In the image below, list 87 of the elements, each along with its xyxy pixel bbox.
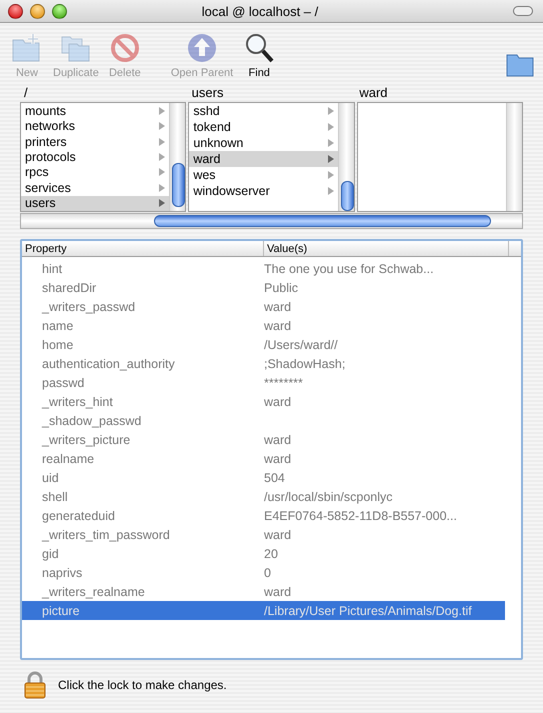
property-value: ward (264, 394, 292, 408)
table-row[interactable]: _writers_realname ward (22, 582, 505, 601)
browser-item[interactable]: users (21, 196, 170, 211)
property-name: generateduid (41, 508, 116, 522)
property-name: _writers_passwd (40, 300, 136, 314)
table-row[interactable]: _writers_hint ward (22, 392, 505, 411)
toolbar-toggle-button[interactable] (513, 6, 533, 16)
minimize-button[interactable] (30, 4, 45, 18)
property-name: _writers_picture (40, 432, 132, 446)
property-value: /Library/User Pictures/Animals/Dog.tif (264, 604, 473, 618)
property-value: ward (264, 584, 292, 598)
table-row[interactable]: passwd ******** (22, 373, 505, 392)
browser-item[interactable]: services (21, 180, 170, 196)
table-row[interactable]: authentication_authority ;ShadowHash; (22, 354, 505, 373)
property-name: picture (41, 604, 81, 618)
horizontal-scrollbar[interactable] (20, 213, 523, 229)
property-value: 20 (264, 546, 279, 560)
property-value: ******** (264, 376, 304, 390)
property-value: ;ShadowHash; (264, 356, 346, 370)
table-row[interactable]: sharedDir Public (22, 278, 505, 297)
table-row[interactable]: picture /Library/User Pictures/Animals/Dog.tif (22, 601, 505, 620)
property-name: name (41, 318, 74, 332)
browser-item[interactable]: protocols (21, 149, 170, 165)
property-name: naprivs (41, 566, 84, 580)
property-value: ward (264, 528, 292, 542)
table-row[interactable]: naprivs 0 (22, 563, 505, 582)
property-name: _writers_realname (40, 584, 146, 598)
property-name: _writers_tim_password (40, 528, 171, 542)
browser-item[interactable]: unknown (189, 135, 338, 151)
table-row[interactable]: _shadow_passwd (22, 411, 505, 430)
property-value: ward (264, 300, 292, 314)
property-value: Public (264, 280, 300, 294)
property-name: uid (41, 470, 60, 484)
search-icon (243, 32, 276, 64)
property-name: authentication_authority (41, 356, 176, 370)
browser-item[interactable]: tokend (189, 119, 338, 135)
property-name: home (41, 338, 74, 352)
browser-item[interactable]: sshd (189, 103, 338, 119)
table-row[interactable]: hint The one you use for Schwab... (22, 259, 505, 278)
property-name: realname (41, 452, 96, 466)
prohibited-icon (108, 32, 141, 64)
property-value: /usr/local/sbin/scponlyc (264, 490, 394, 504)
browser-item[interactable]: wes (189, 167, 338, 183)
browser-item[interactable]: mounts (21, 103, 170, 118)
table-row[interactable]: shell /usr/local/sbin/scponlyc (22, 487, 505, 506)
property-name: shell (41, 490, 69, 504)
property-value: The one you use for Schwab... (264, 262, 435, 276)
table-row[interactable]: _writers_picture ward (22, 430, 505, 449)
table-row[interactable]: name ward (22, 316, 505, 335)
status-text: Click the lock to make changes. (58, 678, 227, 692)
vertical-scrollbar[interactable] (338, 103, 354, 211)
property-value: /Users/ward// (264, 338, 339, 352)
property-name: passwd (41, 376, 86, 390)
close-button[interactable] (8, 4, 23, 18)
column-heading: ward (358, 84, 389, 102)
browser-item[interactable]: rpcs (21, 164, 170, 180)
table-row[interactable]: _writers_tim_password ward (22, 525, 505, 544)
property-value: ward (264, 318, 292, 332)
property-value: 504 (264, 470, 286, 484)
property-value: 0 (264, 566, 272, 580)
property-value: E4EF0764-5852-11D8-B557-000... (264, 508, 458, 522)
property-name: gid (41, 546, 60, 560)
property-name: _shadow_passwd (40, 414, 142, 428)
column-heading: users (190, 84, 224, 102)
table-row[interactable]: _writers_passwd ward (22, 297, 505, 316)
column-header[interactable]: Property (22, 241, 264, 256)
browser-item[interactable]: windowserver (189, 183, 338, 199)
property-value: ward (264, 432, 292, 446)
browser-item[interactable]: printers (21, 134, 170, 150)
column-heading: / (23, 84, 29, 102)
table-row[interactable]: home /Users/ward// (22, 335, 505, 354)
table-row[interactable]: generateduid E4EF0764-5852-11D8-B557-000... (22, 506, 505, 525)
browser-item[interactable]: ward (189, 151, 338, 167)
vertical-scrollbar[interactable] (169, 103, 186, 211)
lock-icon[interactable] (24, 671, 46, 699)
browser-item[interactable]: networks (21, 118, 170, 134)
table-row[interactable]: realname ward (22, 449, 505, 468)
property-name: sharedDir (41, 280, 98, 294)
window-title: local @ localhost – / (200, 4, 320, 18)
property-name: _writers_hint (40, 394, 114, 408)
property-value: ward (264, 452, 292, 466)
table-row[interactable]: gid 20 (22, 544, 505, 563)
table-row[interactable]: uid 504 (22, 468, 505, 487)
property-name: hint (41, 262, 64, 276)
toolbar-button[interactable]: Find (238, 32, 280, 79)
column-header[interactable]: Value(s) (264, 241, 509, 256)
zoom-button[interactable] (52, 4, 67, 18)
